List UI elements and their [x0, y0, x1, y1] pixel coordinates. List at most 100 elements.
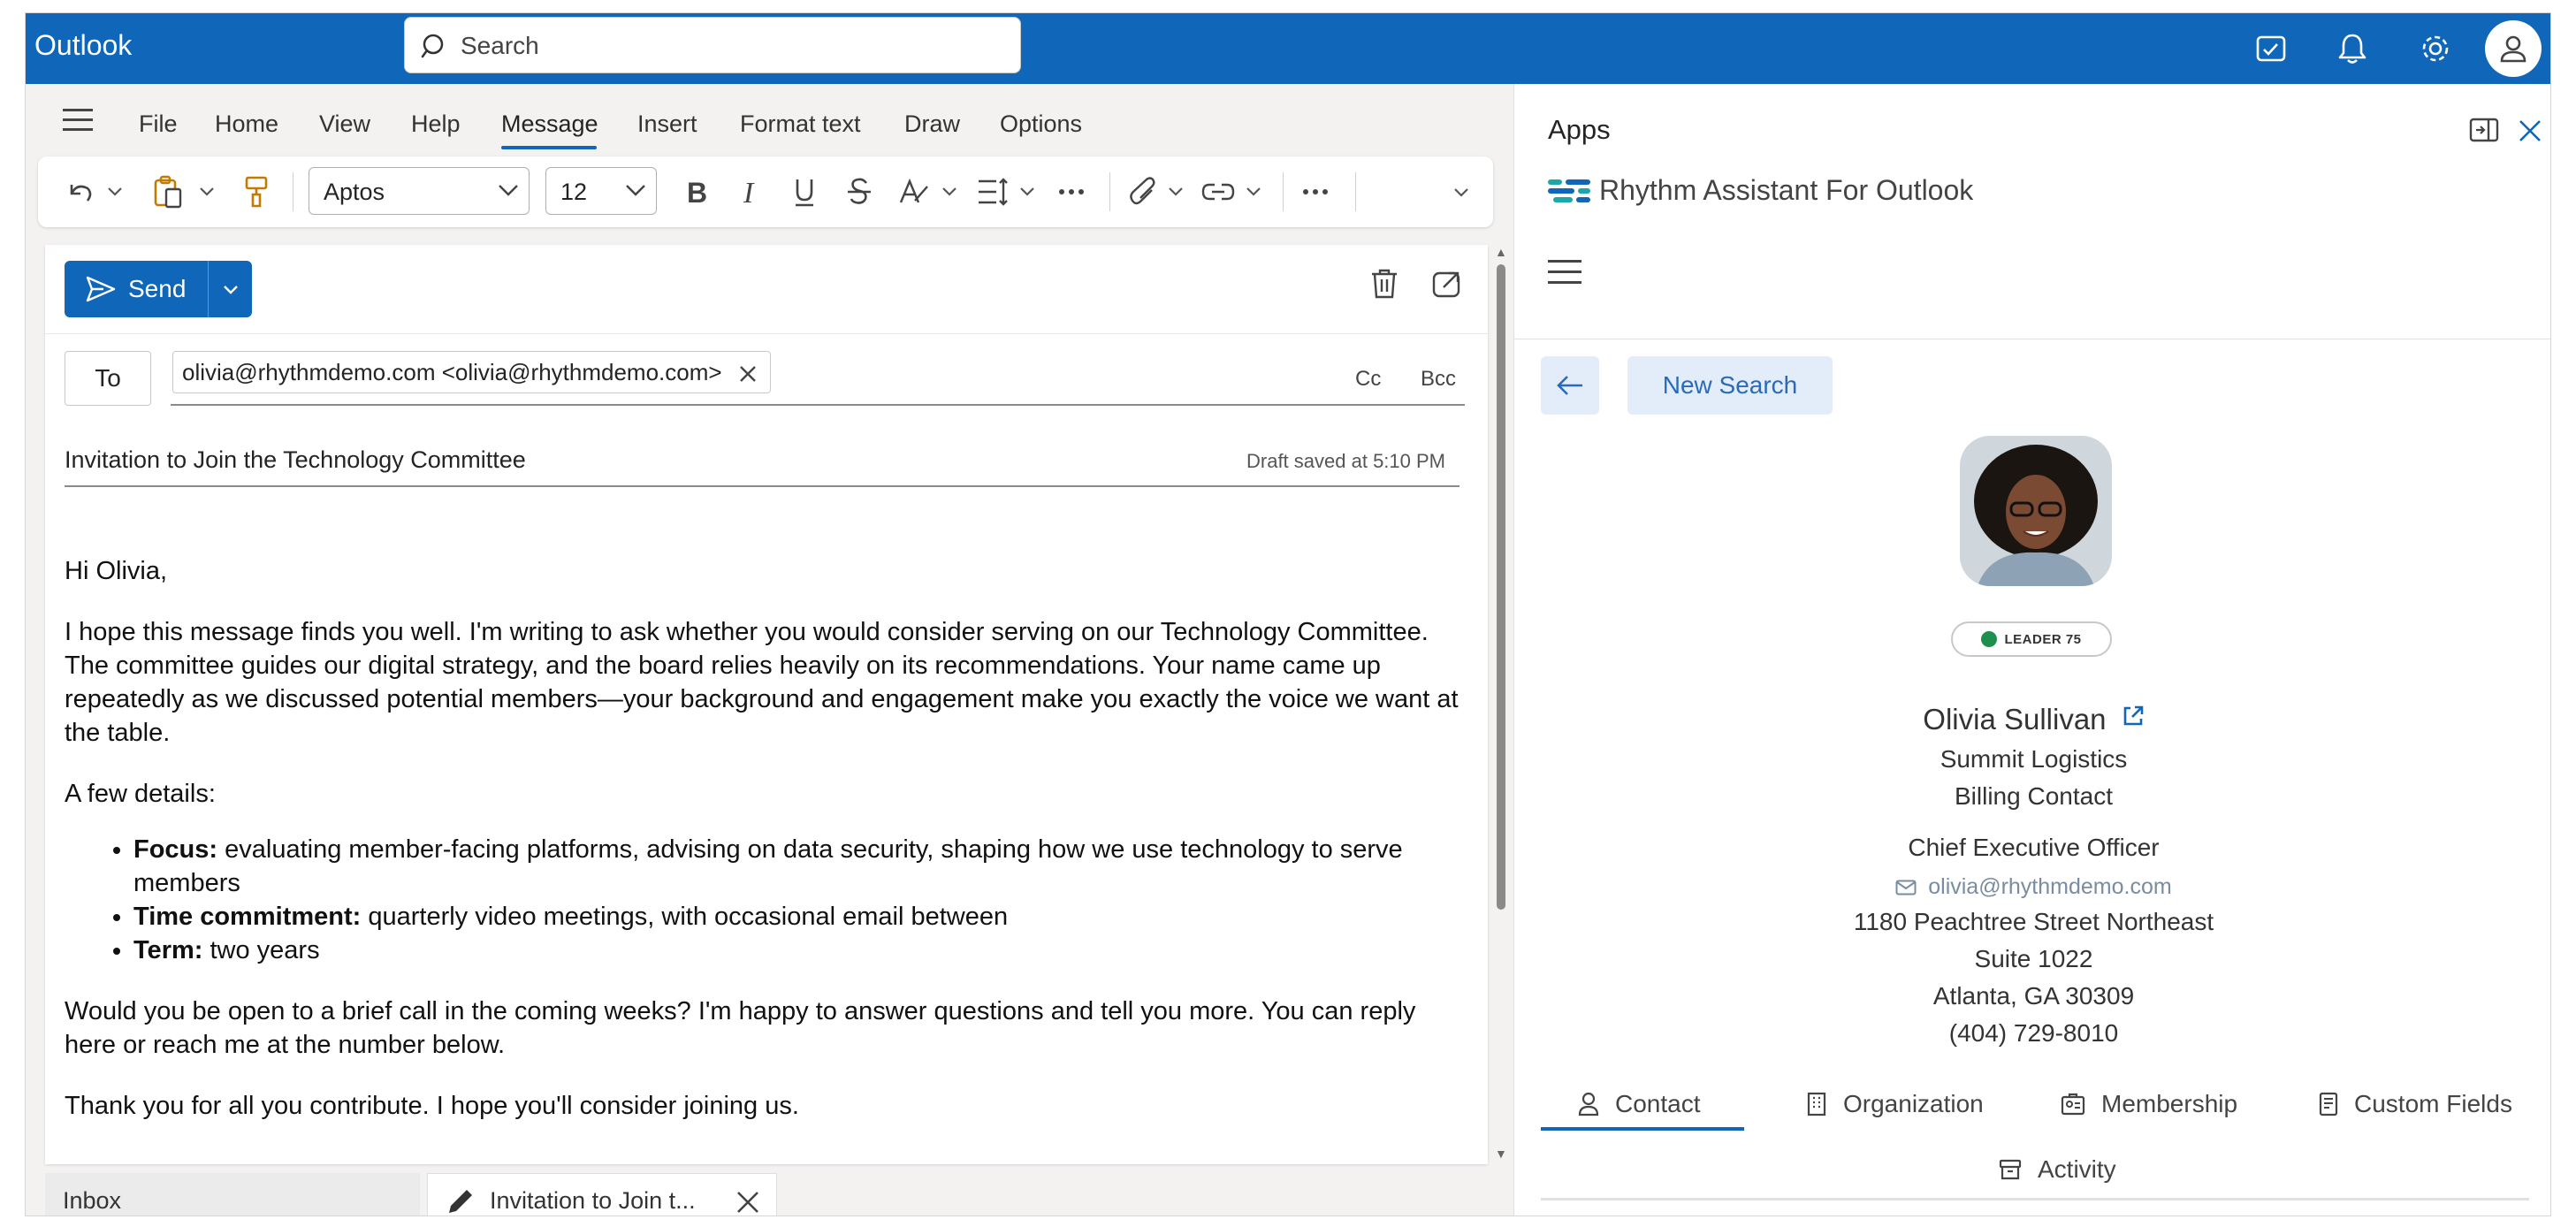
- search-box[interactable]: Search: [404, 17, 1021, 73]
- subject-underline: [65, 485, 1459, 487]
- close-panel-icon[interactable]: [2519, 119, 2542, 147]
- body-paragraph-3: Thank you for all you contribute. I hope…: [65, 1092, 799, 1120]
- tab-organization[interactable]: Organization: [1806, 1090, 1984, 1118]
- text-highlight-icon[interactable]: [897, 174, 931, 210]
- addin-menu-hamburger-icon[interactable]: [1548, 257, 1581, 290]
- ribbon-tab-view[interactable]: View: [319, 111, 370, 138]
- detail-label: Time commitment:: [133, 903, 362, 931]
- discard-trash-icon[interactable]: [1369, 268, 1399, 304]
- tab-custom-fields-label: Custom Fields: [2354, 1090, 2512, 1117]
- more-format-ellipsis-icon[interactable]: [1058, 174, 1085, 210]
- paste-dropdown-chevron-icon[interactable]: [199, 174, 215, 210]
- ribbon-tab-help[interactable]: Help: [411, 111, 461, 138]
- chevron-down-icon: [497, 182, 520, 202]
- search-placeholder: Search: [461, 32, 539, 59]
- ribbon-tab-message[interactable]: Message: [501, 111, 598, 138]
- leader-score-badge: LEADER 75: [1951, 621, 2112, 657]
- ribbon-tab-options[interactable]: Options: [1000, 111, 1082, 138]
- send-button[interactable]: Send: [65, 261, 208, 317]
- subject-field[interactable]: Invitation to Join the Technology Commit…: [65, 446, 526, 474]
- font-family-select[interactable]: Aptos: [309, 167, 530, 215]
- message-body[interactable]: Hi Olivia, I hope this message finds you…: [65, 554, 1470, 1150]
- scroll-up-arrow-icon[interactable]: ▲: [1495, 245, 1507, 259]
- contact-email[interactable]: olivia@rhythmdemo.com: [1928, 874, 2171, 899]
- cc-button[interactable]: Cc: [1355, 367, 1381, 392]
- contact-address-line-1: 1180 Peachtree Street Northeast: [1853, 908, 2214, 935]
- settings-gear-icon[interactable]: [2412, 26, 2458, 72]
- line-spacing-icon[interactable]: [977, 174, 1009, 210]
- italic-icon[interactable]: I: [738, 174, 763, 210]
- details-list-item: Term: two years: [133, 934, 1470, 967]
- contact-city-line: Atlanta, GA 30309: [1932, 982, 2135, 1010]
- external-link-icon[interactable]: [2122, 701, 2145, 735]
- tab-activity[interactable]: Activity: [1999, 1155, 2116, 1184]
- remove-recipient-close-icon[interactable]: [738, 362, 758, 390]
- strikethrough-icon[interactable]: [846, 174, 873, 210]
- details-list: Focus: evaluating member-facing platform…: [65, 833, 1470, 967]
- insert-link-icon[interactable]: [1201, 174, 1235, 210]
- recipient-chip[interactable]: olivia@rhythmdemo.com <olivia@rhythmdemo…: [172, 351, 771, 393]
- scroll-thumb[interactable]: [1497, 264, 1505, 910]
- inbox-tab[interactable]: Inbox: [45, 1173, 420, 1216]
- apps-panel-title: Apps: [1548, 114, 1611, 145]
- highlight-dropdown-chevron-icon[interactable]: [941, 174, 957, 210]
- spacing-dropdown-chevron-icon[interactable]: [1019, 174, 1035, 210]
- undo-icon[interactable]: [65, 174, 96, 210]
- contact-tabs: Contact Organization Membership Custom F…: [1514, 1065, 2550, 1183]
- draft-saved-status: Draft saved at 5:10 PM: [1246, 450, 1445, 472]
- account-avatar-button[interactable]: [2485, 20, 2542, 77]
- tab-contact[interactable]: Contact: [1578, 1090, 1701, 1118]
- detail-text: quarterly video meetings, with occasiona…: [361, 903, 1009, 931]
- ribbon-tab-file[interactable]: File: [139, 111, 178, 138]
- ribbon-tab-format-text[interactable]: Format text: [740, 111, 861, 138]
- app-brand[interactable]: Outlook: [34, 29, 132, 62]
- detail-label: Focus:: [133, 835, 218, 864]
- detail-text: evaluating member-facing platforms, advi…: [133, 835, 1403, 897]
- format-painter-icon[interactable]: [243, 174, 270, 210]
- back-button[interactable]: [1541, 356, 1599, 415]
- pop-out-window-icon[interactable]: [1431, 268, 1463, 304]
- font-family-value: Aptos: [324, 179, 385, 205]
- link-dropdown-chevron-icon[interactable]: [1246, 174, 1261, 210]
- draft-tab[interactable]: Invitation to Join t...: [427, 1173, 777, 1216]
- svg-text:B: B: [687, 177, 707, 207]
- ribbon-tab-home[interactable]: Home: [215, 111, 278, 138]
- hamburger-menu-icon[interactable]: [63, 107, 95, 138]
- notification-bell-icon[interactable]: [2329, 26, 2375, 72]
- attach-dropdown-chevron-icon[interactable]: [1168, 174, 1184, 210]
- contact-address-line-2: Suite 1022: [1974, 945, 2093, 972]
- paste-clipboard-icon[interactable]: [153, 174, 183, 210]
- underline-icon[interactable]: [791, 174, 818, 210]
- close-draft-tab-icon[interactable]: [735, 1190, 760, 1215]
- recipient-address: olivia@rhythmdemo.com <olivia@rhythmdemo…: [182, 358, 722, 385]
- font-size-select[interactable]: 12: [545, 167, 657, 215]
- scroll-down-arrow-icon[interactable]: ▼: [1495, 1147, 1507, 1161]
- header-divider: [45, 333, 1488, 334]
- more-options-ellipsis-icon[interactable]: [1302, 174, 1329, 210]
- detail-text: two years: [202, 936, 320, 964]
- expand-ribbon-chevron-icon[interactable]: [1452, 174, 1470, 210]
- tab-custom-fields[interactable]: Custom Fields: [2319, 1090, 2512, 1118]
- pin-panel-icon[interactable]: [2469, 118, 2499, 147]
- search-icon: [421, 32, 449, 65]
- tab-membership[interactable]: Membership: [2061, 1090, 2237, 1118]
- compose-scrollbar[interactable]: ▲ ▼: [1493, 245, 1509, 1164]
- details-list-item: Focus: evaluating member-facing platform…: [133, 833, 1470, 900]
- chevron-down-icon: [624, 182, 647, 202]
- greeting: Hi Olivia,: [65, 557, 168, 585]
- ribbon-tab-insert[interactable]: Insert: [637, 111, 697, 138]
- to-button[interactable]: To: [65, 351, 151, 406]
- contact-name[interactable]: Olivia Sullivan: [1923, 703, 2106, 735]
- formatting-toolbar: Aptos 12 B I: [38, 156, 1493, 227]
- to-field-underline: [171, 404, 1465, 406]
- bcc-button[interactable]: Bcc: [1421, 367, 1456, 392]
- tabs-baseline: [1541, 1198, 2529, 1200]
- ribbon-tab-draw[interactable]: Draw: [904, 111, 960, 138]
- bold-icon[interactable]: B: [683, 174, 708, 210]
- send-options-chevron-icon[interactable]: [208, 261, 253, 317]
- new-search-button[interactable]: New Search: [1627, 356, 1833, 415]
- my-day-icon[interactable]: [2248, 26, 2294, 72]
- contact-organization: Summit Logistics: [1940, 745, 2128, 773]
- undo-dropdown-chevron-icon[interactable]: [107, 174, 123, 210]
- attach-file-paperclip-icon[interactable]: [1129, 174, 1159, 210]
